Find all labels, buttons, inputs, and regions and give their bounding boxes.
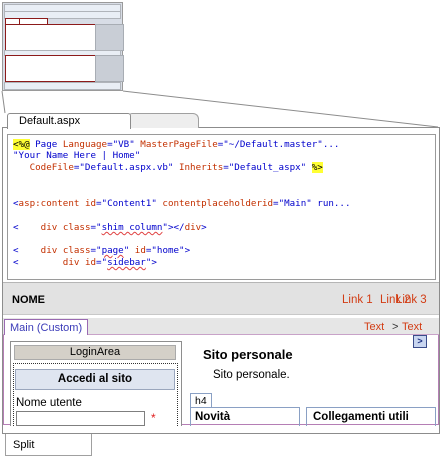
split-view-button[interactable]: Split (5, 434, 92, 456)
code-token: Language (62, 139, 108, 150)
username-label: Nome utente (16, 397, 82, 409)
tab-default-aspx[interactable]: Default.aspx (7, 113, 131, 129)
code-token: ="Default_aspx" (223, 162, 312, 173)
page-subtitle: Sito personale. (213, 369, 290, 381)
code-token: ="Default.aspx.vb" (73, 162, 179, 173)
code-token: id (84, 257, 97, 268)
code-token: contentplaceholderid (162, 198, 274, 209)
code-line[interactable]: < div id="sidebar"> (13, 257, 157, 268)
code-token: ="~/Default.master"... (217, 139, 340, 150)
code-token: id (134, 245, 146, 256)
code-line[interactable]: <asp:content id="Content1" contentplaceh… (13, 198, 351, 209)
h4-tag[interactable]: h4 (190, 393, 212, 408)
username-input[interactable] (16, 411, 145, 426)
code-token: div (40, 222, 63, 233)
news-heading: Novità (190, 407, 300, 426)
code-token: page (101, 245, 124, 256)
expand-icon[interactable]: > (413, 335, 427, 348)
code-token: =" (96, 257, 108, 268)
code-token: =" (90, 245, 102, 256)
code-token: class (62, 222, 91, 233)
code-line[interactable]: CodeFile="Default.aspx.vb" Inherits="Def… (13, 162, 323, 173)
code-token: div (40, 245, 63, 256)
code-token: %> (311, 162, 323, 173)
site-name: NOME (12, 294, 45, 306)
code-token: "> (145, 257, 157, 268)
code-token: "></ (162, 222, 185, 233)
code-token: < (13, 245, 41, 256)
code-token: ="home"> (145, 245, 191, 256)
code-token: <%@ (13, 139, 30, 150)
code-line[interactable]: <%@ Page Language="VB" MasterPageFile="~… (13, 139, 339, 150)
breadcrumb-arrow: > (392, 321, 399, 333)
code-token: ="Main" run... (273, 198, 351, 209)
code-token: < (13, 257, 63, 268)
tab-blank[interactable] (129, 113, 199, 128)
code-line[interactable]: < div class="page" id="home"> (13, 245, 190, 256)
main-custom-tag[interactable]: Main (Custom) (4, 319, 89, 336)
required-marker: * (151, 411, 156, 425)
nav-link-3[interactable]: Link 3 (396, 294, 427, 306)
source-code-view[interactable]: <%@ Page Language="VB" MasterPageFile="~… (7, 134, 436, 280)
code-token: class (62, 245, 91, 256)
code-token: > (201, 222, 207, 233)
code-line[interactable]: "Your Name Here | Home" (13, 150, 140, 161)
login-button[interactable]: Accedi al sito (15, 369, 175, 390)
code-token: ="Content1" (96, 198, 163, 209)
code-token: asp:content (18, 198, 85, 209)
page-title: Sito personale (203, 347, 293, 362)
code-token: < (13, 222, 41, 233)
breadcrumb-text[interactable]: Text (364, 321, 384, 333)
code-token: Inherits (178, 162, 224, 173)
code-token: div (62, 257, 85, 268)
site-header (3, 282, 439, 315)
login-area-title: LoginArea (14, 345, 176, 360)
breadcrumb-text-current[interactable]: Text (402, 321, 422, 333)
code-line[interactable]: < div class="shim column"></div> (13, 222, 207, 233)
code-token: MasterPageFile (140, 139, 218, 150)
code-token: Page (29, 139, 63, 150)
code-token: shim column (101, 222, 163, 233)
nav-link-1[interactable]: Link 1 (342, 294, 373, 306)
code-token: "Your Name Here | Home" (13, 150, 141, 161)
code-token: div (184, 222, 202, 233)
code-token: CodeFile (13, 162, 74, 173)
code-token: ="VB" (107, 139, 141, 150)
code-token: " (123, 245, 135, 256)
code-token: =" (90, 222, 102, 233)
code-token: id (84, 198, 97, 209)
code-token: sidebar (107, 257, 146, 268)
useful-links-heading: Collegamenti utili (306, 407, 436, 426)
